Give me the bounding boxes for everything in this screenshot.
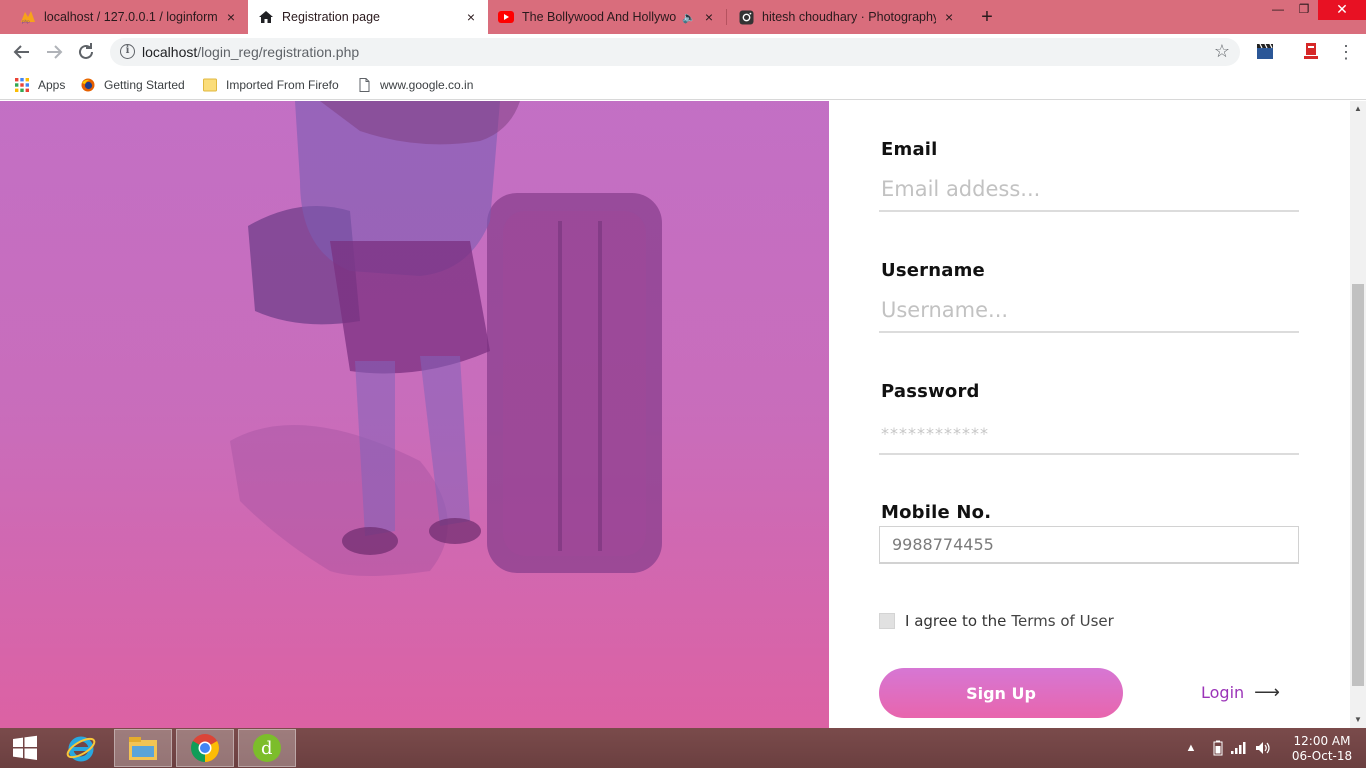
restore-button[interactable]: ❐ bbox=[1289, 0, 1319, 20]
mobile-input[interactable] bbox=[879, 526, 1299, 564]
url-host: localhost bbox=[142, 44, 198, 60]
bookmark-imported-from-firefox[interactable]: Imported From Firefo bbox=[203, 76, 339, 94]
reload-icon bbox=[79, 43, 93, 59]
clock-time: 12:00 AM bbox=[1293, 734, 1351, 748]
speaker-icon[interactable]: 🔈 bbox=[682, 11, 696, 24]
forward-arrow-icon bbox=[47, 45, 63, 59]
home-icon bbox=[258, 9, 274, 25]
svg-text:php: php bbox=[22, 19, 30, 24]
clock-date: 06-Oct-18 bbox=[1291, 749, 1353, 763]
bookmark-label: Getting Started bbox=[104, 78, 185, 92]
bookmark-star-icon[interactable]: ☆ bbox=[1214, 41, 1230, 62]
password-label: Password bbox=[881, 381, 980, 402]
site-info-icon[interactable]: i bbox=[120, 44, 135, 59]
menu-kebab-icon[interactable]: ⋮ bbox=[1334, 40, 1358, 64]
terms-checkbox[interactable] bbox=[879, 613, 895, 629]
apps-grid-icon bbox=[15, 78, 29, 92]
username-label: Username bbox=[881, 260, 985, 281]
scroll-down-arrow-icon[interactable]: ▼ bbox=[1350, 712, 1366, 728]
browser-toolbar: i localhost/login_reg/registration.php ☆… bbox=[0, 34, 1366, 70]
tab-instagram[interactable]: hitesh choudhary · Photography × bbox=[728, 0, 966, 34]
folder-icon bbox=[203, 78, 217, 92]
tab-title: localhost / 127.0.0.1 / loginform bbox=[44, 10, 218, 24]
hero-image-traveler-with-suitcase bbox=[0, 101, 829, 728]
page-icon bbox=[357, 78, 371, 92]
tab-close-icon[interactable]: × bbox=[942, 9, 956, 25]
taskbar-dreamweaver[interactable]: d bbox=[238, 729, 296, 767]
close-window-button[interactable]: ✕ bbox=[1318, 0, 1366, 20]
browser-tab-strip: php localhost / 127.0.0.1 / loginform × … bbox=[0, 0, 1366, 34]
back-button[interactable] bbox=[10, 40, 34, 64]
bookmark-label: www.google.co.in bbox=[380, 78, 474, 92]
start-button[interactable] bbox=[0, 729, 50, 767]
email-label: Email bbox=[881, 139, 938, 160]
dreamweaver-icon: d bbox=[253, 734, 281, 762]
url-text[interactable]: localhost/login_reg/registration.php bbox=[142, 44, 359, 60]
red-extension-icon[interactable] bbox=[1302, 42, 1320, 60]
address-bar[interactable]: i localhost/login_reg/registration.php ☆ bbox=[110, 38, 1240, 66]
traveler-illustration bbox=[0, 101, 829, 728]
bookmarks-bar: Apps Getting Started Imported From Firef… bbox=[0, 70, 1366, 100]
tab-registration-page[interactable]: Registration page × bbox=[248, 0, 488, 34]
back-arrow-icon bbox=[13, 45, 29, 59]
volume-icon[interactable] bbox=[1254, 728, 1272, 768]
tab-title: The Bollywood And Hollywo bbox=[522, 10, 677, 24]
scrollbar-thumb[interactable] bbox=[1352, 284, 1364, 686]
tab-youtube[interactable]: The Bollywood And Hollywo 🔈 × bbox=[488, 0, 726, 34]
system-clock[interactable]: 12:00 AM 06-Oct-18 bbox=[1282, 734, 1362, 764]
new-tab-button[interactable]: + bbox=[976, 6, 998, 28]
chrome-icon bbox=[191, 734, 219, 762]
sign-up-button[interactable]: Sign Up bbox=[879, 668, 1123, 718]
taskbar-chrome[interactable] bbox=[176, 729, 234, 767]
url-path: /login_reg/registration.php bbox=[197, 44, 360, 60]
agree-text: I agree to the bbox=[905, 612, 1007, 630]
svg-text:d: d bbox=[261, 738, 273, 759]
internet-explorer-icon bbox=[66, 736, 96, 762]
forward-button[interactable] bbox=[42, 40, 66, 64]
scroll-up-arrow-icon[interactable]: ▲ bbox=[1350, 101, 1366, 117]
right-arrow-icon: ⟶ bbox=[1254, 682, 1280, 703]
windows-logo-icon bbox=[13, 735, 37, 760]
taskbar-internet-explorer[interactable] bbox=[52, 729, 110, 767]
web-page: Email Username Password Mobile No. I agr… bbox=[0, 101, 1366, 728]
bookmark-label: Apps bbox=[38, 78, 66, 92]
tab-separator bbox=[726, 9, 727, 25]
clapperboard-extension-icon[interactable] bbox=[1256, 42, 1274, 60]
taskbar-file-explorer[interactable] bbox=[114, 729, 172, 767]
battery-icon[interactable] bbox=[1210, 728, 1226, 768]
bookmark-google[interactable]: www.google.co.in bbox=[357, 76, 473, 94]
show-hidden-icons-icon[interactable]: ▲ bbox=[1184, 728, 1198, 768]
phpmyadmin-icon: php bbox=[20, 9, 36, 25]
bookmark-apps[interactable]: Apps bbox=[15, 76, 65, 94]
bookmark-getting-started[interactable]: Getting Started bbox=[81, 76, 185, 94]
email-input[interactable] bbox=[879, 168, 1299, 212]
terms-link[interactable]: Terms of User bbox=[1011, 612, 1113, 630]
registration-form: Email Username Password Mobile No. I agr… bbox=[829, 101, 1350, 728]
tab-close-icon[interactable]: × bbox=[702, 9, 716, 25]
username-input[interactable] bbox=[879, 289, 1299, 333]
password-input[interactable] bbox=[879, 411, 1299, 455]
reload-button[interactable] bbox=[74, 40, 98, 64]
tab-title: Registration page bbox=[282, 10, 380, 24]
tab-close-icon[interactable]: × bbox=[224, 9, 238, 25]
mobile-label: Mobile No. bbox=[881, 502, 992, 523]
instagram-icon bbox=[738, 9, 754, 25]
firefox-icon bbox=[81, 78, 95, 92]
bookmark-label: Imported From Firefo bbox=[226, 78, 339, 92]
youtube-icon bbox=[498, 9, 514, 25]
login-link[interactable]: Login ⟶ bbox=[1201, 682, 1280, 703]
tab-title: hitesh choudhary · Photography bbox=[762, 10, 937, 24]
windows-taskbar: d ▲ 12:00 AM 06-Oct-18 bbox=[0, 728, 1366, 768]
tab-close-icon[interactable]: × bbox=[464, 9, 478, 25]
signal-icon[interactable] bbox=[1230, 728, 1248, 768]
folder-icon bbox=[129, 737, 157, 760]
terms-agreement: I agree to the Terms of User bbox=[879, 612, 1114, 630]
page-scrollbar[interactable]: ▲ ▼ bbox=[1350, 101, 1366, 728]
tab-phpmyadmin[interactable]: php localhost / 127.0.0.1 / loginform × bbox=[10, 0, 248, 34]
login-label: Login bbox=[1201, 683, 1245, 702]
